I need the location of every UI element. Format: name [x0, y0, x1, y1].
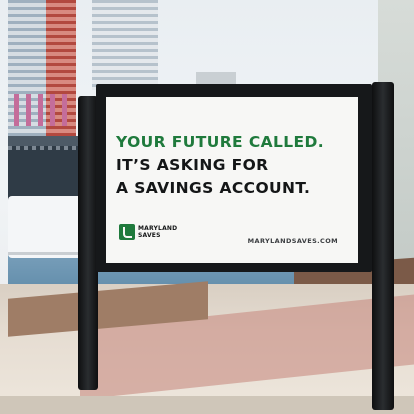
flag: [50, 94, 55, 126]
logo-mark-icon: [119, 224, 135, 240]
flag: [14, 94, 19, 126]
building-middle: [92, 0, 158, 90]
flag: [26, 94, 31, 126]
headline-line-1: YOUR FUTURE CALLED.: [116, 133, 325, 151]
billboard-headline: YOUR FUTURE CALLED. IT’S ASKING FOR A SA…: [116, 131, 324, 200]
railing: [8, 252, 88, 255]
curb: [0, 396, 414, 414]
boat: [8, 196, 88, 258]
billboard-panel: YOUR FUTURE CALLED. IT’S ASKING FOR A SA…: [106, 97, 358, 263]
logo-line-1: MARYLAND: [138, 225, 178, 232]
photo-scene: YOUR FUTURE CALLED. IT’S ASKING FOR A SA…: [0, 0, 414, 414]
website-url: MARYLANDSAVES.COM: [247, 237, 338, 245]
logo-line-2: SAVES: [138, 232, 161, 239]
headline-line-3: A SAVINGS ACCOUNT.: [116, 179, 311, 197]
building-red: [46, 0, 76, 150]
headline-line-2: IT’S ASKING FOR: [116, 156, 269, 174]
billboard-post-right: [372, 82, 394, 410]
maryland-saves-logo: MARYLAND SAVES: [119, 224, 177, 240]
flag: [38, 94, 43, 126]
flag: [62, 94, 67, 126]
logo-wordmark: MARYLAND SAVES: [138, 225, 177, 239]
billboard-post-left: [78, 96, 98, 390]
